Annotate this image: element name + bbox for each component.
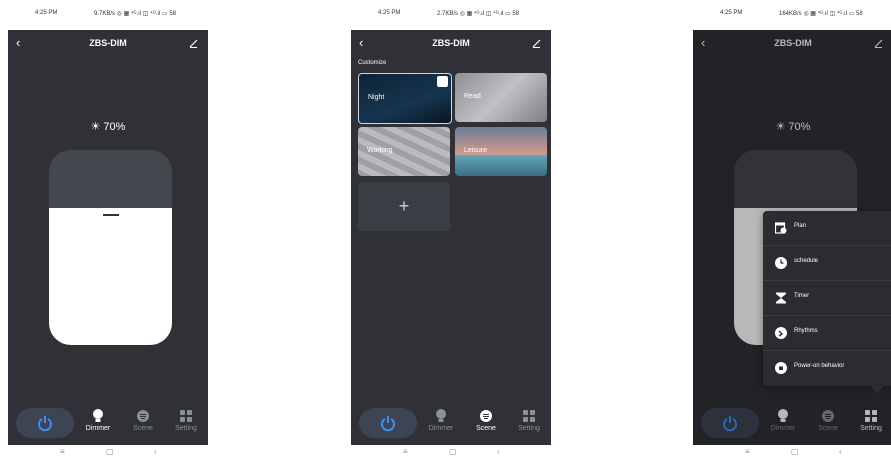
hourglass-icon	[776, 292, 786, 304]
add-scene-button[interactable]: +	[358, 182, 450, 231]
back-nav-icon[interactable]: ‹	[154, 447, 157, 456]
bulb-icon	[436, 409, 446, 422]
tab-setting[interactable]: Setting	[509, 409, 549, 432]
menu-nav-icon[interactable]: ≡	[60, 447, 65, 456]
home-nav-icon[interactable]: ▢	[449, 447, 457, 456]
system-nav-bar: ≡ ▢ ‹	[693, 445, 891, 461]
tab-scene-label: Scene	[133, 425, 153, 432]
menu-item-label: schedule	[794, 258, 819, 264]
status-indicators: 164KB/s ◎ ▦ ⁴ᴳ.ıl ◫ ⁴ᴳ.ıl ▭ 58	[779, 11, 863, 17]
bulb-icon	[93, 409, 103, 422]
scene-card-night[interactable]: Night	[358, 73, 452, 124]
home-nav-icon[interactable]: ▢	[106, 447, 114, 456]
tab-scene[interactable]: Scene	[123, 409, 163, 432]
slider-fill	[49, 208, 172, 345]
menu-nav-icon[interactable]: ≡	[745, 447, 750, 456]
menu-item-label: Power-on behavior	[794, 363, 845, 369]
menu-item-power-on-behavior[interactable]: Power-on behavior	[763, 351, 891, 385]
menu-item-plan[interactable]: Plan	[763, 211, 891, 246]
bottom-tab-bar: Dimmer Scene Setting	[351, 403, 551, 443]
tab-scene[interactable]: Scene	[466, 409, 506, 432]
edit-badge-icon[interactable]	[437, 76, 448, 87]
scene-card-read[interactable]: Read	[455, 73, 547, 122]
dimmer-screen: 4:25 PM 9.7KB/s ◎ ▦ ⁴ᴳ.ıl ◫ ⁴ᴳ.ıl ▭ 58 ‹…	[8, 0, 208, 461]
device-title: ZBS-DIM	[432, 38, 470, 48]
tab-setting-label: Setting	[175, 425, 197, 432]
scene-screen: 4:25 PM 2.7KB/s ◎ ▦ ⁴ᴳ.ıl ◫ ⁴ᴳ.ıl ▭ 58 ‹…	[351, 0, 551, 461]
grid-icon	[523, 410, 535, 422]
device-title: ZBS-DIM	[89, 38, 127, 48]
menu-item-schedule[interactable]: schedule	[763, 246, 891, 281]
brightness-value: 70%	[103, 121, 126, 133]
menu-item-rhythms[interactable]: Rhythms	[763, 316, 891, 351]
power-button[interactable]	[16, 408, 74, 438]
setting-popup-menu: Plan schedule Timer Rhythms Power-on beh…	[763, 211, 891, 393]
status-bar: 4:25 PM 9.7KB/s ◎ ▦ ⁴ᴳ.ıl ◫ ⁴ᴳ.ıl ▭ 58	[8, 0, 208, 30]
menu-item-timer[interactable]: Timer	[763, 281, 891, 316]
back-nav-icon[interactable]: ‹	[497, 447, 500, 456]
status-time: 4:25 PM	[720, 10, 743, 16]
setting-menu-screen: 4:25 PM 164KB/s ◎ ▦ ⁴ᴳ.ıl ◫ ⁴ᴳ.ıl ▭ 58 ‹…	[693, 0, 891, 461]
status-bar: 4:25 PM 2.7KB/s ◎ ▦ ⁴ᴳ.ıl ◫ ⁴ᴳ.ıl ▭ 58	[351, 0, 551, 30]
system-nav-bar: ≡ ▢ ‹	[351, 445, 551, 461]
scene-card-leisure[interactable]: Leisure	[455, 127, 547, 176]
app-bar: ‹ ZBS-DIM	[8, 30, 208, 58]
menu-item-label: Plan	[794, 223, 807, 229]
status-indicators: 9.7KB/s ◎ ▦ ⁴ᴳ.ıl ◫ ⁴ᴳ.ıl ▭ 58	[94, 11, 177, 17]
scene-card-working[interactable]: Working	[358, 127, 450, 176]
tab-dimmer[interactable]: Dimmer	[78, 409, 118, 432]
scene-card-label: Night	[368, 94, 385, 101]
tab-dimmer[interactable]: Dimmer	[421, 409, 461, 432]
menu-nav-icon[interactable]: ≡	[403, 447, 408, 456]
edit-icon[interactable]	[532, 39, 541, 48]
brightness-readout: ☀ 70%	[8, 120, 208, 133]
scene-icon	[480, 410, 492, 422]
power-button[interactable]	[359, 408, 417, 438]
edit-icon[interactable]	[189, 39, 198, 48]
scene-card-label: Working	[367, 147, 393, 154]
calendar-clock-icon	[775, 222, 787, 234]
tab-setting-label: Setting	[518, 425, 540, 432]
status-time: 4:25 PM	[378, 10, 401, 16]
tab-scene-label: Scene	[476, 425, 496, 432]
clock-icon	[775, 257, 787, 269]
section-label: Customize	[358, 60, 387, 66]
system-nav-bar: ≡ ▢ ‹	[8, 445, 208, 461]
status-time: 4:25 PM	[35, 10, 58, 16]
tab-dimmer-label: Dimmer	[85, 425, 111, 432]
power-icon	[38, 416, 52, 432]
rhythm-icon	[775, 327, 787, 339]
scene-card-label: Leisure	[464, 147, 487, 154]
brightness-slider[interactable]	[49, 150, 172, 345]
app-bar: ‹ ZBS-DIM	[351, 30, 551, 58]
menu-item-label: Rhythms	[794, 328, 818, 334]
slider-handle[interactable]	[102, 214, 119, 216]
home-nav-icon[interactable]: ▢	[791, 447, 799, 456]
status-indicators: 2.7KB/s ◎ ▦ ⁴ᴳ.ıl ◫ ⁴ᴳ.ıl ▭ 58	[437, 11, 520, 17]
back-nav-icon[interactable]: ‹	[839, 447, 842, 456]
scene-card-label: Read	[464, 93, 481, 100]
sun-icon: ☀	[90, 121, 101, 133]
scene-icon	[137, 410, 149, 422]
bottom-tab-bar: Dimmer Scene Setting	[8, 403, 208, 443]
power-icon	[381, 416, 395, 432]
tab-setting[interactable]: Setting	[166, 409, 206, 432]
power-on-icon	[775, 362, 787, 374]
menu-item-label: Timer	[794, 293, 810, 299]
grid-icon	[180, 410, 192, 422]
status-bar: 4:25 PM 164KB/s ◎ ▦ ⁴ᴳ.ıl ◫ ⁴ᴳ.ıl ▭ 58	[693, 0, 891, 30]
tab-dimmer-label: Dimmer	[428, 425, 454, 432]
